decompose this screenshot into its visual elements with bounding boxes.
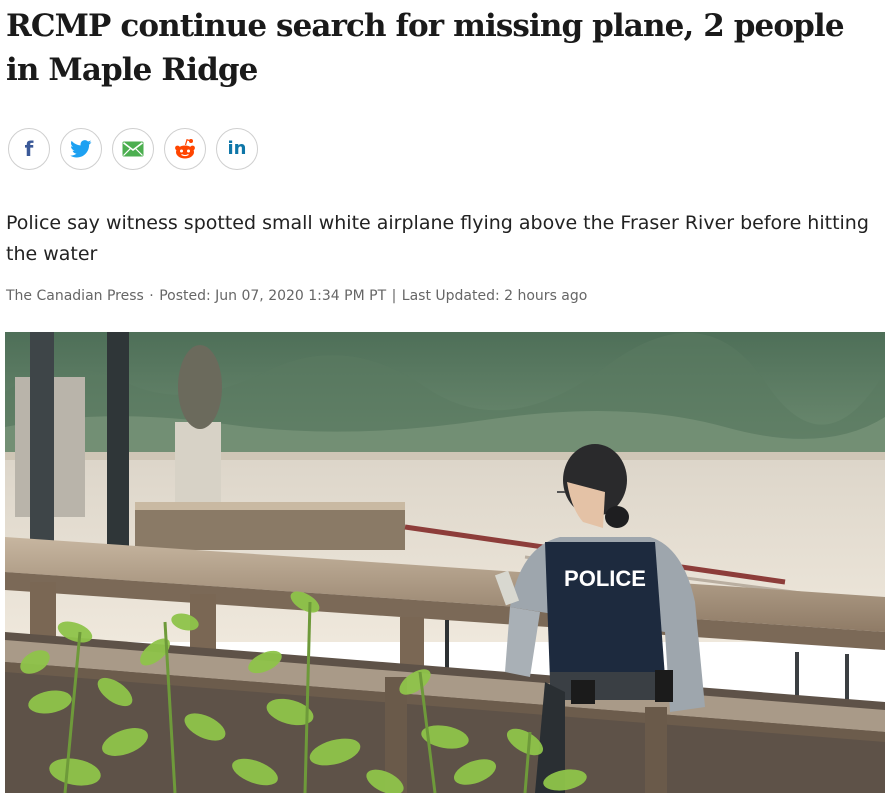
byline-source[interactable]: The Canadian Press [6, 288, 144, 304]
linkedin-icon: in [227, 138, 247, 159]
article-deck: Police say witness spotted small white a… [6, 212, 869, 265]
updated-label: Last Updated: [401, 288, 500, 304]
article-headline: RCMP continue search for missing plane, … [6, 8, 845, 88]
byline: The Canadian Press · Posted: Jun 07, 202… [6, 288, 587, 304]
share-linkedin-button[interactable]: in [216, 128, 258, 170]
updated-value: 2 hours ago [504, 288, 588, 304]
police-vest-text: POLICE [564, 566, 646, 591]
posted-date: Jun 07, 2020 1:34 PM PT [215, 288, 387, 304]
facebook-icon: f [24, 137, 34, 161]
share-reddit-button[interactable] [164, 128, 206, 170]
byline-bar-separator: | [391, 288, 397, 304]
share-facebook-button[interactable]: f [8, 128, 50, 170]
posted-label: Posted: [159, 288, 211, 304]
byline-dot-separator: · [149, 288, 154, 304]
share-email-button[interactable] [112, 128, 154, 170]
hero-image: POLICE [5, 332, 885, 793]
email-icon [122, 141, 144, 157]
twitter-icon [70, 140, 92, 158]
share-twitter-button[interactable] [60, 128, 102, 170]
reddit-icon [175, 139, 195, 159]
share-bar: f in [8, 128, 258, 170]
